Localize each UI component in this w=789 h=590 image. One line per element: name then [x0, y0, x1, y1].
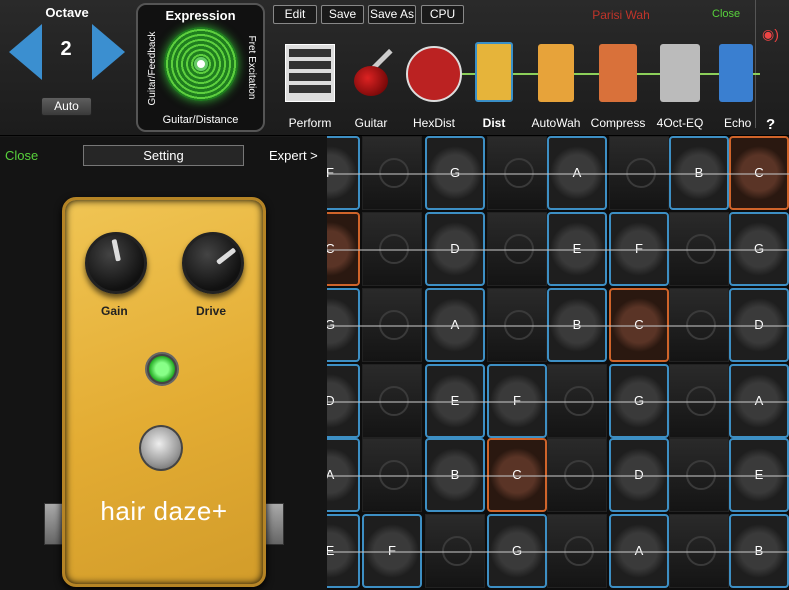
expert-link[interactable]: Expert >: [269, 148, 318, 163]
dist-pedal-icon: [475, 42, 513, 102]
divider: [755, 0, 756, 128]
chain-item-perform[interactable]: Perform: [284, 40, 336, 132]
chain-label: AutoWah: [531, 116, 581, 130]
compress-pedal-icon: [599, 44, 637, 102]
hexdist-pedal-icon: [406, 46, 462, 102]
autowah-pedal-icon: [538, 44, 574, 102]
octave-down-arrow-icon[interactable]: [9, 24, 42, 80]
edit-button[interactable]: Edit: [273, 5, 317, 24]
expression-cursor-icon[interactable]: [194, 57, 208, 71]
guitar-string: [327, 325, 789, 327]
output-jack-icon: [264, 503, 284, 545]
pedal-panel: Close Setting Expert > Gain Drive hair d…: [0, 137, 327, 590]
top-bar: Octave 2 Auto Expression Guitar/Feedback…: [0, 0, 789, 136]
signal-icon[interactable]: ◉): [762, 26, 779, 43]
save-as-button[interactable]: Save As: [368, 5, 416, 24]
octave-value: 2: [60, 38, 72, 60]
expression-left-label: Guitar/Feedback: [147, 31, 158, 106]
expression-bottom-label: Guitar/Distance: [162, 114, 239, 126]
expression-radar-icon[interactable]: [164, 27, 238, 101]
chain-label: Guitar: [354, 116, 388, 130]
chain-item-compress[interactable]: Compress: [588, 40, 648, 132]
perform-icon: [285, 44, 335, 102]
save-button[interactable]: Save: [321, 5, 364, 24]
chain-item-guitar[interactable]: Guitar: [340, 40, 402, 132]
guitar-string: [327, 401, 789, 403]
gain-label: Gain: [101, 304, 128, 318]
setting-button[interactable]: Setting: [83, 145, 244, 166]
chain-label: Dist: [482, 116, 506, 130]
fretboard[interactable]: FGABCCDEFGGABCDDEFGAABCDEEFGAB: [327, 136, 789, 590]
guitar-string: [327, 249, 789, 251]
chain-label: HexDist: [412, 116, 455, 130]
drive-knob[interactable]: [182, 232, 244, 294]
footswitch-button[interactable]: [139, 425, 183, 471]
chain-item-4oct-eq[interactable]: 4Oct-EQ: [652, 40, 708, 132]
chain-label: Compress: [590, 116, 646, 130]
expression-right-label: Fret Excitation: [246, 35, 257, 100]
echo-pedal-icon: [719, 44, 753, 102]
drive-label: Drive: [196, 304, 227, 318]
help-icon[interactable]: ?: [766, 116, 775, 133]
chain-item-echo[interactable]: Echo: [718, 40, 754, 132]
chain-item-autowah[interactable]: AutoWah: [528, 40, 584, 132]
preset-name: Parisi Wah: [592, 8, 650, 22]
cpu-button[interactable]: CPU: [421, 5, 464, 24]
octave-up-arrow-icon[interactable]: [92, 24, 125, 80]
expression-pad[interactable]: Expression Guitar/Feedback Fret Excitati…: [136, 3, 265, 132]
guitar-icon: [354, 66, 388, 96]
chain-item-hexdist[interactable]: HexDist: [404, 40, 464, 132]
chain-label: 4Oct-EQ: [656, 116, 704, 130]
expression-title: Expression: [165, 8, 236, 23]
distortion-pedal: Gain Drive hair daze+: [62, 197, 266, 587]
chain-label: Echo: [724, 116, 752, 130]
drive-knob-indicator: [215, 247, 237, 265]
input-jack-icon: [44, 503, 64, 545]
led-indicator-icon: [145, 352, 179, 386]
auto-button[interactable]: Auto: [41, 97, 92, 116]
chain-item-dist[interactable]: Dist: [470, 40, 518, 132]
guitar-string: [327, 551, 789, 553]
chain-label: Perform: [288, 116, 332, 130]
gain-knob-indicator: [111, 238, 121, 262]
pedal-name: hair daze+: [100, 496, 228, 526]
guitar-string: [327, 173, 789, 175]
octave-title: Octave: [45, 5, 89, 20]
gain-knob[interactable]: [85, 232, 147, 294]
close-top-button[interactable]: Close: [712, 8, 740, 20]
guitar-string: [327, 475, 789, 477]
eq-pedal-icon: [660, 44, 700, 102]
close-panel-button[interactable]: Close: [5, 148, 38, 163]
